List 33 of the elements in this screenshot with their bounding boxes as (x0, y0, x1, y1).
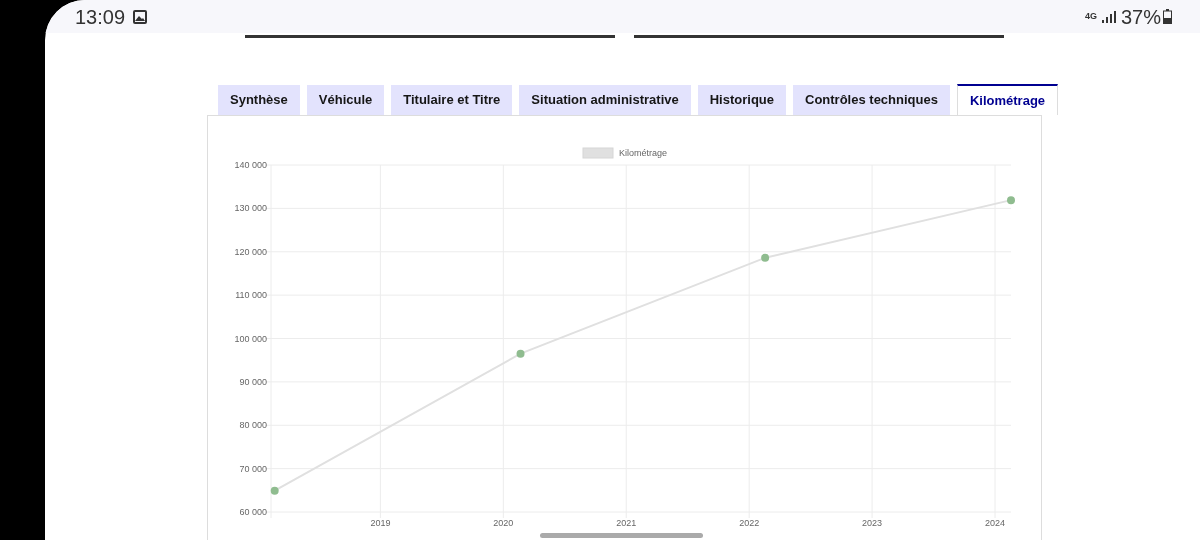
x-axis-label: 2020 (493, 518, 514, 528)
tab[interactable]: Contrôles techniques (793, 85, 950, 115)
y-axis-label: 110 000 (235, 290, 267, 301)
data-point (516, 349, 525, 358)
data-point (270, 486, 279, 495)
tab[interactable]: Synthèse (218, 85, 300, 115)
x-axis-label: 2024 (985, 518, 1006, 528)
tab[interactable]: Historique (697, 85, 786, 115)
battery-percent: 37% (1120, 4, 1161, 30)
tab[interactable]: Véhicule (306, 85, 385, 115)
data-point (1007, 196, 1015, 205)
signal-icon (1101, 10, 1116, 23)
x-axis-label: 2019 (370, 518, 391, 528)
tab[interactable]: Titulaire et Titre (391, 85, 513, 115)
tab[interactable]: Kilométrage (956, 84, 1059, 115)
y-axis-label: 120 000 (234, 246, 267, 257)
battery-icon (1163, 9, 1172, 24)
image-icon (132, 8, 149, 25)
y-axis-label: 130 000 (234, 203, 267, 214)
data-point (761, 253, 770, 262)
x-axis-label: 2022 (739, 518, 760, 528)
y-axis-label: 80 000 (239, 420, 267, 431)
network-label: 4G (1084, 12, 1097, 21)
y-axis-label: 140 000 (234, 160, 267, 170)
y-axis-label: 100 000 (234, 333, 267, 344)
y-axis-label: 70 000 (239, 463, 267, 474)
y-axis-label: 90 000 (239, 376, 267, 387)
x-axis-label: 2023 (862, 518, 883, 528)
y-axis-label: 60 000 (239, 507, 267, 517)
status-time: 13:09 (75, 4, 126, 30)
legend-label: Kilométrage (619, 148, 668, 158)
tab[interactable]: Situation administrative (519, 85, 691, 115)
x-axis-label: 2021 (616, 518, 637, 528)
